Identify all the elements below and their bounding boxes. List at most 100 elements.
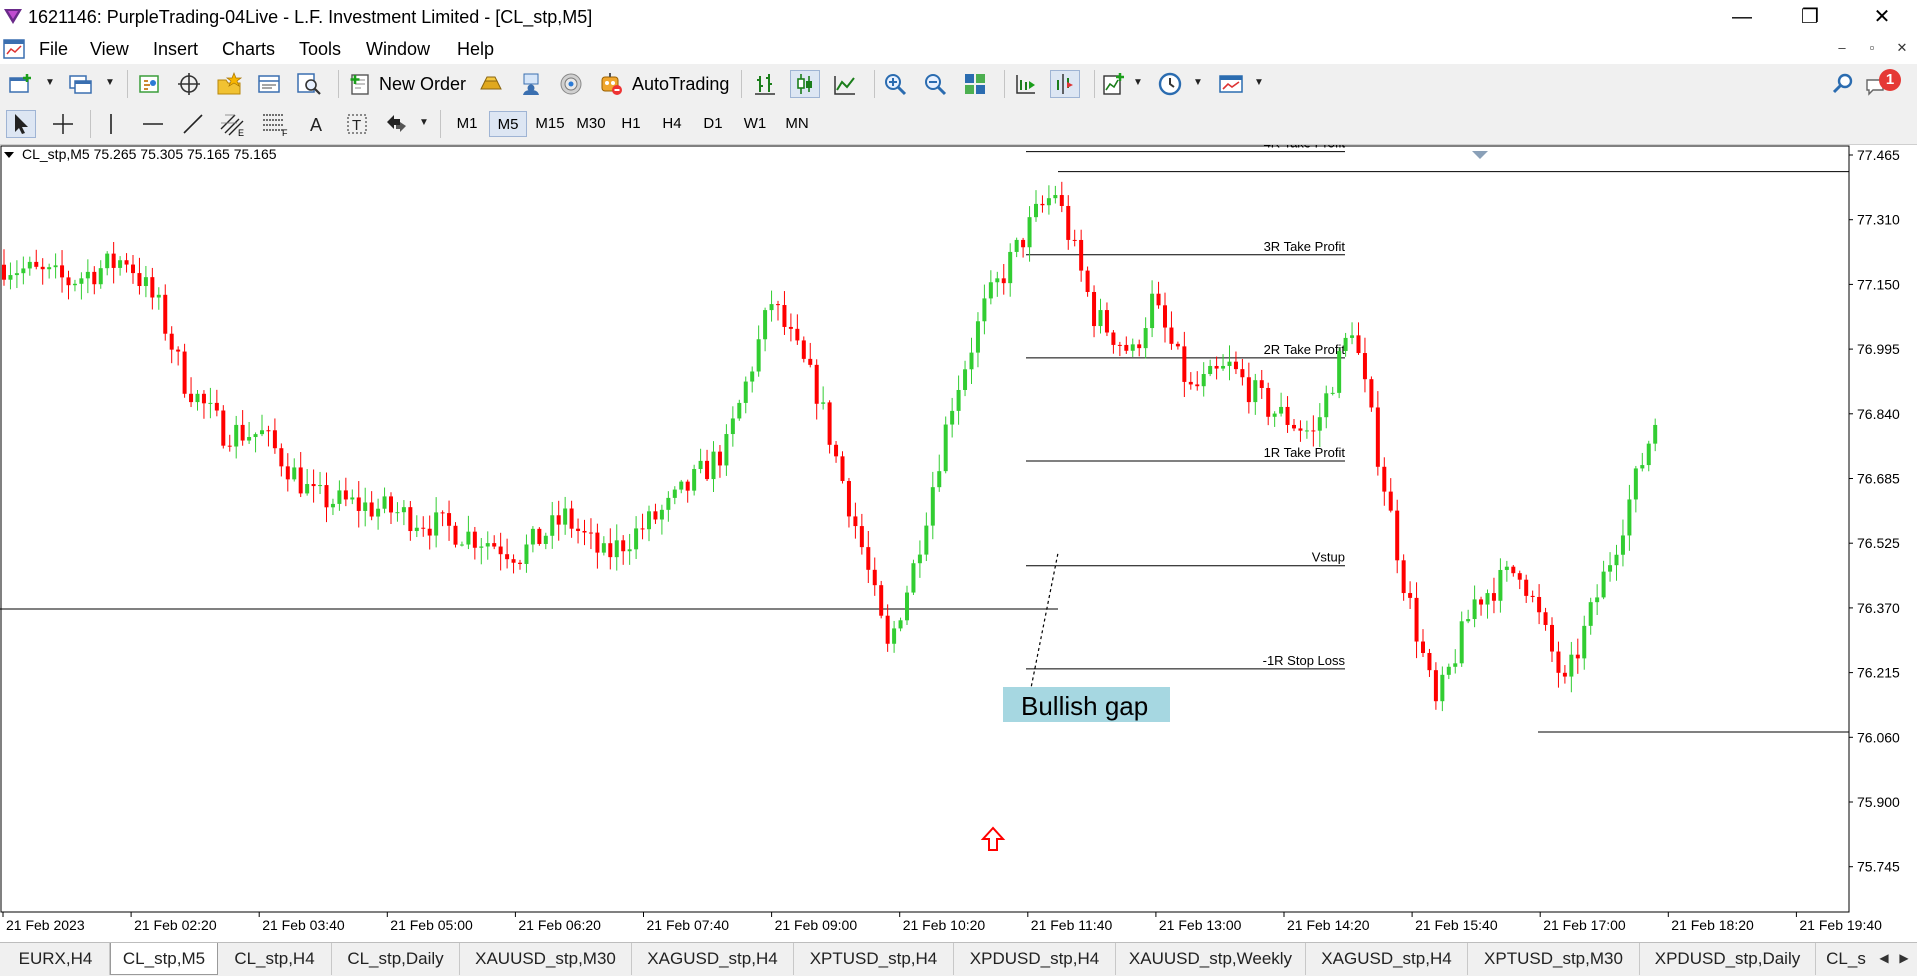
menu-view[interactable]: View xyxy=(90,39,129,60)
timeframe-h4[interactable]: H4 xyxy=(654,111,690,137)
candle-body xyxy=(466,531,471,545)
chevron-down-icon[interactable]: ▼ xyxy=(45,76,55,90)
tab-xpdusd-stp-daily[interactable]: XPDUSD_stp,Daily xyxy=(1640,943,1816,975)
menu-insert[interactable]: Insert xyxy=(153,39,198,60)
tabs-scroll-left-icon[interactable]: ◀ xyxy=(1876,951,1892,967)
candle-body xyxy=(34,261,39,267)
timeframe-m5[interactable]: M5 xyxy=(489,111,527,137)
tab-xauusd-stp-m30[interactable]: XAUUSD_stp,M30 xyxy=(460,943,632,975)
chevron-down-icon[interactable]: ▼ xyxy=(1193,76,1203,90)
text-label-button[interactable]: T xyxy=(342,110,372,138)
candle-body xyxy=(743,381,748,403)
auto-scroll-button[interactable] xyxy=(1010,70,1040,98)
menu-file[interactable]: File xyxy=(39,39,68,60)
tab-cl-s[interactable]: CL_s xyxy=(1816,943,1876,975)
tab-cl-stp-m5[interactable]: CL_stp,M5 xyxy=(110,943,218,975)
trendline-button[interactable] xyxy=(178,110,208,138)
chart-close-button[interactable]: ✕ xyxy=(1889,40,1915,60)
terminal-button[interactable] xyxy=(254,70,284,98)
crosshair-tool-button[interactable] xyxy=(48,110,78,138)
tab-xagusd-stp-h4-2[interactable]: XAGUSD_stp,H4 xyxy=(1306,943,1468,975)
tab-xagusd-stp-h4[interactable]: XAGUSD_stp,H4 xyxy=(632,943,794,975)
zoom-in-button[interactable] xyxy=(880,70,910,98)
fibonacci-button[interactable]: F xyxy=(260,110,290,138)
data-window-button[interactable] xyxy=(174,70,204,98)
chart-window[interactable]: 4R Take Profit 3R Take Profit 2R Take Prof… xyxy=(0,136,1917,942)
horizontal-line-button[interactable] xyxy=(138,110,168,138)
candle-body xyxy=(943,424,948,472)
maximize-button[interactable]: ❐ xyxy=(1782,0,1838,34)
timeframe-m1[interactable]: M1 xyxy=(449,111,485,137)
chevron-down-icon[interactable]: ▼ xyxy=(1254,76,1264,90)
menu-window[interactable]: Window xyxy=(366,39,430,60)
autotrading-icon-button[interactable] xyxy=(596,70,626,98)
chevron-down-icon[interactable]: ▼ xyxy=(419,116,429,130)
autotrading-button[interactable]: AutoTrading xyxy=(632,74,729,95)
tabs-scroll-right-icon[interactable]: ▶ xyxy=(1896,951,1912,967)
price-tick-label: 76.525 xyxy=(1857,535,1900,551)
close-button[interactable]: ✕ xyxy=(1854,0,1910,34)
toolbar-separator xyxy=(874,70,875,98)
market-watch-button[interactable] xyxy=(134,70,164,98)
candle-body xyxy=(27,261,32,269)
timeframe-d1[interactable]: D1 xyxy=(695,111,731,137)
templates-button[interactable] xyxy=(1216,70,1246,98)
navigator-button[interactable] xyxy=(214,70,244,98)
candle-body xyxy=(1124,344,1129,351)
candle-body xyxy=(131,264,135,274)
timeframe-m30[interactable]: M30 xyxy=(571,111,611,137)
cursor-tool-button[interactable] xyxy=(6,110,36,138)
candle-body xyxy=(311,484,316,487)
candle-body xyxy=(195,393,200,403)
chevron-down-icon[interactable]: ▼ xyxy=(105,76,115,90)
line-chart-button[interactable] xyxy=(830,70,860,98)
tab-xptusd-stp-m30[interactable]: XPTUSD_stp,M30 xyxy=(1468,943,1640,975)
time-tick-label: 21 Feb 2023 xyxy=(6,917,85,933)
new-order-icon-button[interactable] xyxy=(345,70,375,98)
signals-button[interactable] xyxy=(516,70,546,98)
profiles-button[interactable] xyxy=(66,70,96,98)
tab-xpdusd-stp-h4[interactable]: XPDUSD_stp,H4 xyxy=(954,943,1116,975)
chart-restore-button[interactable]: ▫ xyxy=(1859,40,1885,60)
title-bar: 1621146: PurpleTrading-04Live - L.F. Inv… xyxy=(0,0,1917,34)
menu-charts[interactable]: Charts xyxy=(222,39,275,60)
tab-xptusd-stp-h4[interactable]: XPTUSD_stp,H4 xyxy=(794,943,954,975)
candle-body xyxy=(1221,365,1226,369)
candle-body xyxy=(1040,203,1045,206)
menu-help[interactable]: Help xyxy=(457,39,494,60)
tab-cl-stp-daily[interactable]: CL_stp,Daily xyxy=(332,943,460,975)
timeframe-w1[interactable]: W1 xyxy=(736,111,774,137)
timeframe-h1[interactable]: H1 xyxy=(613,111,649,137)
new-chart-button[interactable] xyxy=(6,70,36,98)
candlestick-chart-button[interactable] xyxy=(790,70,820,98)
periods-button[interactable] xyxy=(1155,70,1185,98)
zoom-out-button[interactable] xyxy=(920,70,950,98)
metaeditor-button[interactable] xyxy=(476,70,506,98)
market-button[interactable] xyxy=(556,70,586,98)
vertical-line-button[interactable] xyxy=(96,110,126,138)
timeframe-mn[interactable]: MN xyxy=(777,111,817,137)
price-chart[interactable]: 4R Take Profit 3R Take Profit 2R Take Prof… xyxy=(0,136,1917,942)
text-tool-button[interactable]: A xyxy=(302,110,332,138)
indicators-button[interactable] xyxy=(1099,70,1129,98)
menu-tools[interactable]: Tools xyxy=(299,39,341,60)
drawing-toolbar: E F A T ▼ M1 M5 M15 M30 H1 H4 D1 W1 MN xyxy=(0,104,1917,145)
chevron-down-icon[interactable]: ▼ xyxy=(1133,76,1143,90)
tile-windows-button[interactable] xyxy=(960,70,990,98)
tab-xauusd-stp-weekly[interactable]: XAUUSD_stp,Weekly xyxy=(1116,943,1306,975)
arrows-button[interactable] xyxy=(382,110,412,138)
tab-cl-stp-h4[interactable]: CL_stp,H4 xyxy=(218,943,332,975)
candle-body xyxy=(330,503,335,508)
candle-body xyxy=(395,512,400,514)
search-button[interactable] xyxy=(1828,70,1858,98)
candle-body xyxy=(1150,293,1155,329)
timeframe-m15[interactable]: M15 xyxy=(530,111,570,137)
strategy-tester-button[interactable] xyxy=(294,70,324,98)
new-order-button[interactable]: New Order xyxy=(379,74,466,95)
minimize-button[interactable]: — xyxy=(1714,0,1770,34)
chart-shift-button[interactable] xyxy=(1050,70,1080,98)
bar-chart-button[interactable] xyxy=(750,70,780,98)
equidistant-channel-button[interactable]: E xyxy=(218,110,248,138)
chart-minimize-button[interactable]: – xyxy=(1829,40,1855,60)
tab-eurx-h4[interactable]: EURX,H4 xyxy=(2,943,110,975)
